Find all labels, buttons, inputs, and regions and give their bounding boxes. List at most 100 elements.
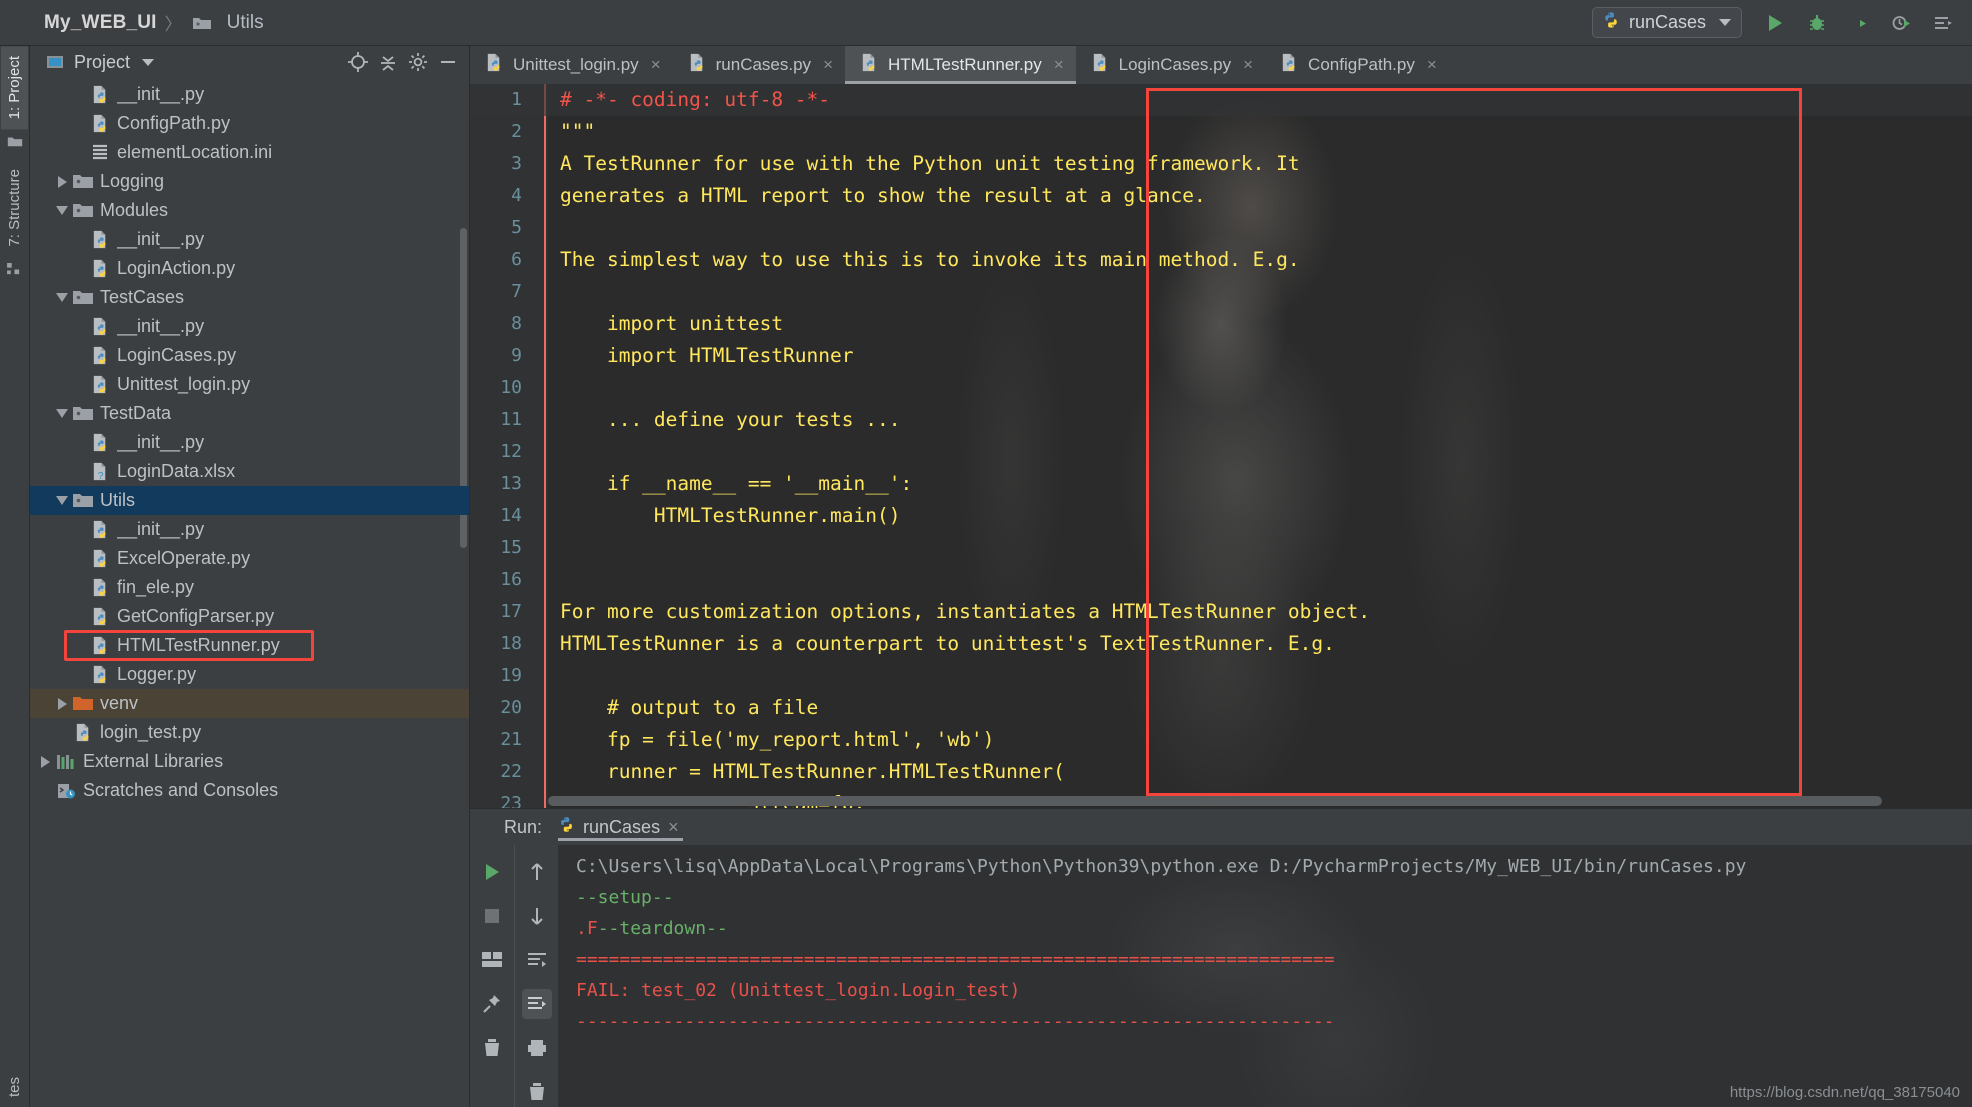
tree-row[interactable]: Modules xyxy=(30,196,469,225)
tree-row[interactable]: elementLocation.ini xyxy=(30,138,469,167)
tree-row[interactable]: __init__.py xyxy=(30,515,469,544)
tree-row-label: __init__.py xyxy=(117,316,205,336)
tree-row[interactable]: __init__.py xyxy=(30,428,469,457)
tree-row[interactable]: TestCases xyxy=(30,283,469,312)
editor-tab[interactable]: LoginCases.py × xyxy=(1076,46,1265,84)
sidebar-item-favorites[interactable]: tes xyxy=(1,1067,28,1107)
debug-icon[interactable] xyxy=(1804,10,1830,36)
tree-row[interactable]: ? LoginData.xlsx xyxy=(30,457,469,486)
chevron-down-icon[interactable] xyxy=(53,409,71,418)
more-icon[interactable] xyxy=(1930,10,1956,36)
code-line: 18 HTMLTestRunner is a counterpart to uni… xyxy=(470,628,1972,660)
tree-row[interactable]: HTMLTestRunner.py xyxy=(30,631,469,660)
tree-row[interactable]: GetConfigParser.py xyxy=(30,602,469,631)
tree-row[interactable]: Scratches and Consoles xyxy=(30,776,469,805)
close-icon[interactable]: × xyxy=(668,817,679,838)
profile-icon[interactable] xyxy=(1888,10,1914,36)
minus-icon[interactable] xyxy=(437,51,459,73)
tree-row[interactable]: ConfigPath.py xyxy=(30,109,469,138)
project-tree[interactable]: __init__.py ConfigPath.py elementLocation… xyxy=(30,78,469,1107)
wrap-icon[interactable] xyxy=(522,945,552,975)
gear-icon[interactable] xyxy=(407,51,429,73)
sidebar-item-project[interactable]: 1: Project xyxy=(1,46,28,130)
arrow-up-icon[interactable] xyxy=(522,857,552,887)
tree-row[interactable]: __init__.py xyxy=(30,312,469,341)
sidebar-item-structure[interactable]: 7: Structure xyxy=(1,159,28,257)
layout-icon[interactable] xyxy=(477,945,507,975)
code-line: 22 runner = HTMLTestRunner.HTMLTestRunne… xyxy=(470,756,1972,788)
tree-row[interactable]: fin_ele.py xyxy=(30,573,469,602)
tree-row[interactable]: LoginCases.py xyxy=(30,341,469,370)
tree-row-label: HTMLTestRunner.py xyxy=(117,635,280,655)
chevron-down-icon[interactable] xyxy=(142,58,155,66)
rerun-icon[interactable] xyxy=(477,857,507,887)
main-toolbar: My_WEB_UI 〉 Utils runCases xyxy=(0,0,1972,46)
collapse-icon[interactable] xyxy=(377,51,399,73)
print-icon[interactable] xyxy=(522,1033,552,1063)
code-line: 10 xyxy=(470,372,1972,404)
line-number: 14 xyxy=(500,505,522,526)
coverage-icon[interactable] xyxy=(1846,10,1872,36)
code-line: 3 A TestRunner for use with the Python un… xyxy=(470,148,1972,180)
run-tab-runcases[interactable]: runCases × xyxy=(554,809,687,845)
tree-row[interactable]: Logger.py xyxy=(30,660,469,689)
editor-tab[interactable]: Unittest_login.py × xyxy=(470,46,673,84)
run-console[interactable]: C:\Users\lisq\AppData\Local\Programs\Pyt… xyxy=(558,845,1972,1107)
chevron-right-icon[interactable] xyxy=(36,755,54,768)
tree-row[interactable]: ExcelOperate.py xyxy=(30,544,469,573)
tree-row[interactable]: TestData xyxy=(30,399,469,428)
tree-row[interactable]: External Libraries xyxy=(30,747,469,776)
python-file-icon xyxy=(88,374,112,395)
line-number: 9 xyxy=(511,345,522,366)
close-icon[interactable]: × xyxy=(651,55,661,75)
editor-horizontal-scrollbar[interactable] xyxy=(548,796,1882,806)
folder-icon xyxy=(71,405,95,422)
close-icon[interactable]: × xyxy=(1243,55,1253,75)
breadcrumb-separator: 〉 xyxy=(164,15,182,34)
tree-row[interactable]: Utils xyxy=(30,486,469,515)
run-toolbar-left xyxy=(470,845,514,1107)
target-icon[interactable] xyxy=(347,51,369,73)
breadcrumb-current[interactable]: Utils xyxy=(227,12,264,34)
clear-icon[interactable] xyxy=(522,1077,552,1107)
editor-tab[interactable]: runCases.py × xyxy=(673,46,845,84)
console-segment: ----------------------------------------… xyxy=(576,1011,1335,1032)
close-icon[interactable]: × xyxy=(1427,55,1437,75)
project-panel-header: Project xyxy=(30,46,469,78)
trash-icon[interactable] xyxy=(477,1033,507,1063)
chevron-right-icon[interactable] xyxy=(53,175,71,188)
chevron-down-icon[interactable] xyxy=(53,206,71,215)
editor-tab[interactable]: HTMLTestRunner.py × xyxy=(845,46,1076,84)
python-file-icon xyxy=(88,577,112,598)
code-editor[interactable]: 1 # -*- coding: utf-8 -*- 2 """ 3 A TestRunne… xyxy=(470,84,1972,808)
chevron-right-icon[interactable] xyxy=(53,697,71,710)
close-icon[interactable]: × xyxy=(1054,55,1064,75)
close-icon[interactable]: × xyxy=(823,55,833,75)
pycharm-window: My_WEB_UI 〉 Utils runCases 1: Project 7:… xyxy=(0,0,1972,1107)
chevron-down-icon[interactable] xyxy=(53,496,71,505)
run-configuration-selector[interactable]: runCases xyxy=(1591,7,1742,38)
svg-text:?: ? xyxy=(97,470,103,482)
stop-icon[interactable] xyxy=(477,901,507,931)
code-lines: 1 # -*- coding: utf-8 -*- 2 """ 3 A TestRunne… xyxy=(470,84,1972,808)
folder-icon xyxy=(71,202,95,219)
tree-row[interactable]: venv xyxy=(30,689,469,718)
tree-row[interactable]: Unittest_login.py xyxy=(30,370,469,399)
chevron-down-icon[interactable] xyxy=(53,293,71,302)
editor-tab-label: runCases.py xyxy=(715,55,812,74)
scroll-end-icon[interactable] xyxy=(521,989,552,1019)
code-line: 2 """ xyxy=(470,116,1972,148)
tree-row[interactable]: login_test.py xyxy=(30,718,469,747)
arrow-down-icon[interactable] xyxy=(522,901,552,931)
tree-row[interactable]: LoginAction.py xyxy=(30,254,469,283)
breadcrumb-project[interactable]: My_WEB_UI xyxy=(44,12,157,34)
tree-row-label: __init__.py xyxy=(117,229,205,249)
tree-row[interactable]: Logging xyxy=(30,167,469,196)
tree-row[interactable]: __init__.py xyxy=(30,225,469,254)
tree-row[interactable]: __init__.py xyxy=(30,80,469,109)
python-icon xyxy=(1602,11,1620,34)
code-line: 17 For more customization options, instan… xyxy=(470,596,1972,628)
run-icon[interactable] xyxy=(1762,10,1788,36)
editor-tab[interactable]: ConfigPath.py × xyxy=(1265,46,1449,84)
pin-icon[interactable] xyxy=(477,989,507,1019)
